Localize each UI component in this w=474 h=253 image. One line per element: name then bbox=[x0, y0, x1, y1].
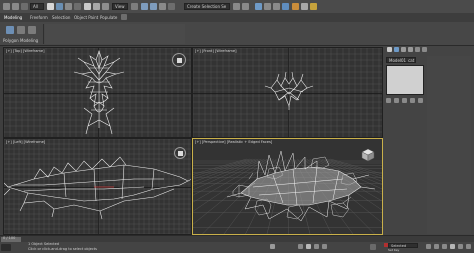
zoom-extents-icon[interactable] bbox=[442, 244, 447, 249]
redo-icon[interactable] bbox=[12, 3, 19, 10]
create-tab-icon[interactable] bbox=[387, 47, 392, 52]
scale-icon[interactable] bbox=[102, 3, 109, 10]
ribbon-panel: Polygon Modeling bbox=[0, 22, 474, 46]
orbit-icon[interactable] bbox=[458, 244, 463, 249]
ribbon-tab-populate[interactable]: Populate bbox=[100, 15, 117, 20]
ribbon-tab-object-paint[interactable]: Object Paint bbox=[74, 15, 98, 20]
show-end-result-icon[interactable] bbox=[394, 98, 399, 103]
undo-icon[interactable] bbox=[3, 3, 10, 10]
snap-icon[interactable] bbox=[141, 3, 148, 10]
setkey-label[interactable]: Set Key bbox=[388, 248, 399, 253]
key-mode-icon[interactable] bbox=[270, 244, 275, 249]
render-frame-icon[interactable] bbox=[301, 3, 308, 10]
ribbon-options-icon[interactable] bbox=[121, 14, 127, 20]
viewport-top[interactable]: [+] [Top] [Wireframe] bbox=[3, 47, 192, 138]
ribbon-tab-freeform[interactable]: Freeform bbox=[30, 15, 48, 20]
model-perspective-shaded bbox=[226, 150, 376, 222]
modify-tab-icon[interactable] bbox=[394, 47, 399, 52]
edit-poly-icon[interactable] bbox=[17, 26, 25, 34]
pin-stack-icon[interactable] bbox=[386, 98, 391, 103]
prev-frame-icon[interactable] bbox=[298, 244, 303, 249]
model-top-wireframe bbox=[73, 50, 125, 135]
select-object-icon[interactable] bbox=[47, 3, 54, 10]
spinner-snap-icon[interactable] bbox=[168, 3, 175, 10]
pivot-icon[interactable] bbox=[131, 3, 138, 10]
rotate-icon[interactable] bbox=[93, 3, 100, 10]
ribbon-tab-selection[interactable]: Selection bbox=[52, 15, 70, 20]
named-selection-dropdown[interactable]: Create Selection Se bbox=[184, 3, 230, 10]
status-bar: 1 Object Selected Click or click-and-dra… bbox=[0, 242, 474, 253]
hierarchy-tab-icon[interactable] bbox=[401, 47, 406, 52]
time-slider[interactable]: 0 / 100 bbox=[0, 235, 474, 242]
link-icon[interactable] bbox=[21, 3, 28, 10]
ribbon-panel-label[interactable]: Polygon Modeling bbox=[3, 38, 38, 43]
motion-tab-icon[interactable] bbox=[408, 47, 413, 52]
main-toolbar: All View Create Selection Se bbox=[0, 0, 474, 13]
rect-selection-icon[interactable] bbox=[65, 3, 72, 10]
render-setup-icon[interactable] bbox=[292, 3, 299, 10]
align-icon[interactable] bbox=[242, 3, 249, 10]
ribbon-tab-modeling[interactable]: Modeling bbox=[4, 15, 22, 20]
viewport-perspective[interactable]: [+] [Perspective] [Realistic + Edged Fac… bbox=[192, 138, 383, 235]
viewport-front[interactable]: [+] [Front] [Wireframe] bbox=[192, 47, 383, 138]
selection-filter-dropdown[interactable]: All bbox=[30, 3, 44, 10]
model-front-wireframe bbox=[264, 71, 314, 110]
select-by-name-icon[interactable] bbox=[56, 3, 63, 10]
zoom-icon[interactable] bbox=[426, 244, 431, 249]
goto-end-icon[interactable] bbox=[322, 244, 327, 249]
viewport-left[interactable]: [+] [Left] [Wireframe] bbox=[3, 138, 192, 235]
remove-modifier-icon[interactable] bbox=[410, 98, 415, 103]
next-frame-icon[interactable] bbox=[314, 244, 319, 249]
configure-modifier-icon[interactable] bbox=[418, 98, 423, 103]
utilities-tab-icon[interactable] bbox=[422, 47, 427, 52]
window-crossing-icon[interactable] bbox=[74, 3, 81, 10]
command-panel-tabs bbox=[385, 46, 427, 54]
display-tab-icon[interactable] bbox=[415, 47, 420, 52]
object-name-field[interactable]: Model01_cat bbox=[386, 57, 416, 63]
time-slider-frame: 0 / 100 bbox=[3, 236, 16, 240]
schematic-icon[interactable] bbox=[273, 3, 280, 10]
polygon-tool-icon[interactable] bbox=[6, 26, 14, 34]
ribbon-panel-divider bbox=[43, 24, 44, 44]
maximize-viewport-icon[interactable] bbox=[466, 244, 471, 249]
modifier-stack-icons bbox=[386, 98, 424, 104]
mirror-icon[interactable] bbox=[233, 3, 240, 10]
zoom-all-icon[interactable] bbox=[434, 244, 439, 249]
curve-editor-icon[interactable] bbox=[264, 3, 271, 10]
layer-icon[interactable] bbox=[255, 3, 262, 10]
percent-snap-icon[interactable] bbox=[159, 3, 166, 10]
object-color-swatch[interactable] bbox=[386, 65, 424, 95]
pan-icon[interactable] bbox=[450, 244, 455, 249]
material-editor-icon[interactable] bbox=[282, 3, 289, 10]
play-icon[interactable] bbox=[306, 244, 311, 249]
subobject-icon[interactable] bbox=[28, 26, 36, 34]
reference-coord-dropdown[interactable]: View bbox=[112, 3, 128, 10]
make-unique-icon[interactable] bbox=[402, 98, 407, 103]
angle-snap-icon[interactable] bbox=[150, 3, 157, 10]
ribbon-empty-area bbox=[45, 24, 185, 44]
command-panel: Model01_cat bbox=[383, 46, 474, 236]
ribbon: Modeling Freeform Selection Object Paint… bbox=[0, 13, 474, 22]
render-icon[interactable] bbox=[310, 3, 317, 10]
model-left-wireframe bbox=[4, 156, 191, 220]
command-panel-empty bbox=[427, 56, 471, 234]
move-icon[interactable] bbox=[84, 3, 91, 10]
time-config-icon[interactable] bbox=[370, 244, 376, 250]
